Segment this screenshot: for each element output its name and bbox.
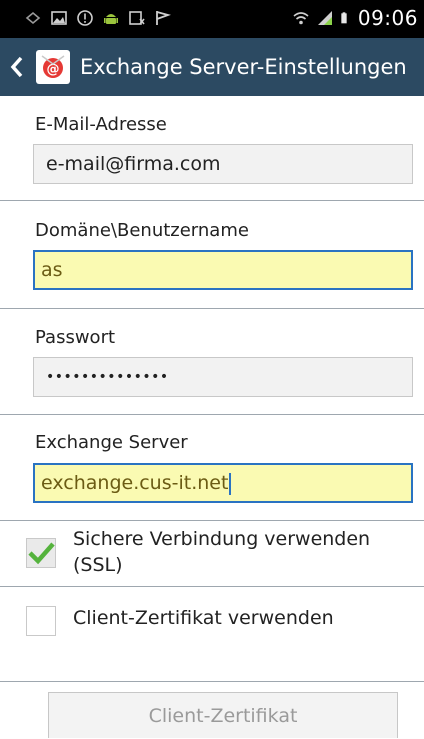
image-icon: [51, 11, 67, 25]
android-icon: [104, 14, 118, 24]
ssl-label-line2: (SSL): [73, 554, 123, 576]
page-title: Exchange Server-Einstellungen: [80, 55, 407, 79]
email-field[interactable]: e-mail@firma.com: [33, 144, 413, 184]
password-field[interactable]: ••••••••••••••: [33, 357, 413, 397]
alert-icon: [77, 10, 93, 26]
checkmark-icon: [28, 542, 55, 565]
back-button[interactable]: [6, 38, 28, 96]
client-cert-checkbox[interactable]: [26, 606, 56, 636]
ssl-checkbox[interactable]: [26, 538, 56, 568]
client-certificate-button[interactable]: Client-Zertifikat: [48, 692, 398, 738]
divider: [0, 681, 424, 682]
action-bar: @ Exchange Server-Einstellungen: [0, 38, 424, 96]
client-cert-row[interactable]: Client-Zertifikat verwenden: [0, 586, 424, 646]
wifi-icon: [293, 12, 309, 25]
email-app-icon: @: [36, 50, 70, 84]
status-icons-left: [24, 9, 172, 27]
ssl-row[interactable]: Sichere Verbindung verwenden (SSL): [0, 520, 424, 586]
ssl-label: Sichere Verbindung verwenden (SSL): [73, 526, 370, 578]
signal-off-icon: [25, 11, 41, 25]
at-sign-icon: @: [39, 53, 67, 81]
battery-icon: [341, 12, 347, 24]
cell-signal-icon: [317, 11, 332, 25]
domain-username-field[interactable]: as: [33, 250, 413, 290]
clock: 09:06: [357, 6, 418, 30]
divider: [0, 308, 424, 309]
text-cursor: [229, 472, 232, 495]
chevron-left-icon: [10, 56, 23, 78]
ssl-label-line1: Sichere Verbindung verwenden: [73, 528, 371, 550]
status-bar: 09:06: [0, 0, 424, 38]
client-cert-label: Client-Zertifikat verwenden: [73, 607, 334, 629]
domain-username-label: Domäne\Benutzername: [35, 220, 249, 241]
password-label: Passwort: [35, 327, 116, 348]
divider: [0, 414, 424, 415]
screen-record-icon: [129, 11, 145, 25]
status-icons-right: 09:06: [292, 6, 418, 30]
exchange-server-field[interactable]: exchange.cus-it.net: [33, 463, 413, 503]
exchange-server-label: Exchange Server: [35, 432, 188, 453]
flag-icon: [156, 11, 171, 25]
exchange-server-value: exchange.cus-it.net: [41, 472, 229, 494]
email-label: E-Mail-Adresse: [35, 114, 167, 135]
divider: [0, 200, 424, 201]
